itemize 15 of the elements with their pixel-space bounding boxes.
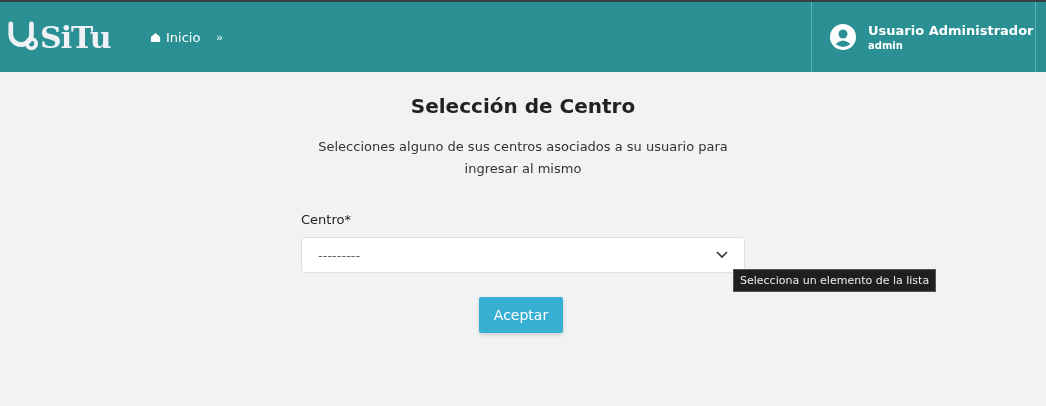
home-icon (150, 31, 161, 43)
collapse-button[interactable]: » (214, 31, 225, 43)
chevron-down-icon (716, 251, 728, 259)
field-label: Centro* (301, 212, 352, 227)
user-name: Usuario Administrador (868, 23, 1034, 38)
user-avatar-icon (830, 24, 856, 50)
page-title: Selección de Centro (410, 94, 636, 118)
home-link[interactable]: Inicio (148, 27, 203, 47)
user-panel[interactable]: Usuario Administrador admin (811, 2, 1035, 72)
description-text: Selecciones alguno de sus centros asociados a su usuario para ingresar al mismo (317, 138, 729, 178)
user-role: admin (868, 40, 904, 51)
accept-button[interactable]: Aceptar (478, 297, 564, 333)
logo-text: SiTu (40, 19, 111, 55)
stethoscope-icon (6, 21, 40, 53)
tooltip: Selecciona un elemento de la lista (733, 269, 937, 292)
